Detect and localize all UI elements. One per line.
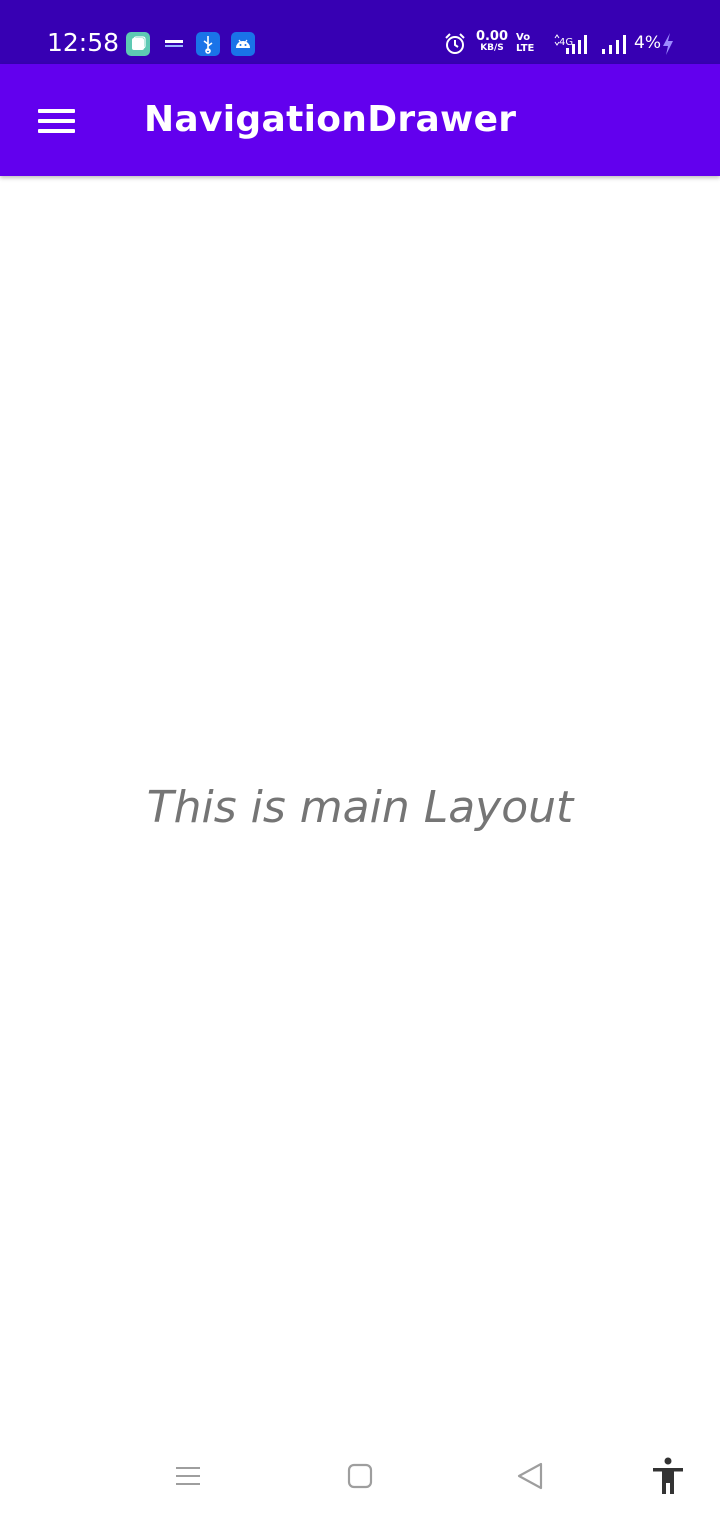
recents-icon [176,1467,200,1485]
menu-button[interactable] [22,88,90,152]
back-button[interactable] [506,1456,554,1500]
net-speed-value: 0.00 [475,29,509,44]
recents-button[interactable] [164,1456,212,1500]
app-bar: NavigationDrawer [0,64,720,176]
alarm-icon [443,30,467,60]
gallery-app-icon [126,32,150,56]
accessibility-button[interactable] [644,1456,692,1500]
svg-text:4G: 4G [559,37,573,48]
back-icon [517,1462,543,1490]
screen: 12:58 0.00 KB/S Vo LTE 4G 4% NavigationD… [0,0,720,1520]
net-speed-unit: KB/S [480,43,504,53]
battery-charging-icon [660,30,676,60]
home-icon [347,1463,373,1489]
accessibility-icon [653,1457,683,1494]
android-debug-icon [231,32,255,56]
main-layout-text: This is main Layout [146,782,574,833]
net-speed: 0.00 KB/S [474,30,510,53]
volte-bottom-label: LTE [516,43,535,54]
home-button[interactable] [336,1456,384,1500]
status-bar: 12:58 0.00 KB/S Vo LTE 4G 4% [0,0,720,64]
app-title: NavigationDrawer [144,99,517,140]
status-time: 12:58 [47,28,120,57]
system-nav-bar [0,1436,720,1520]
volte-icon: Vo LTE [516,32,542,54]
usb-debug-icon [196,32,220,56]
battery-percent: 4% [634,33,661,53]
paytm-app-icon [162,32,186,56]
4g-signal-icon: 4G [552,30,592,60]
signal-icon [600,30,630,60]
volte-top-label: Vo [516,32,531,43]
